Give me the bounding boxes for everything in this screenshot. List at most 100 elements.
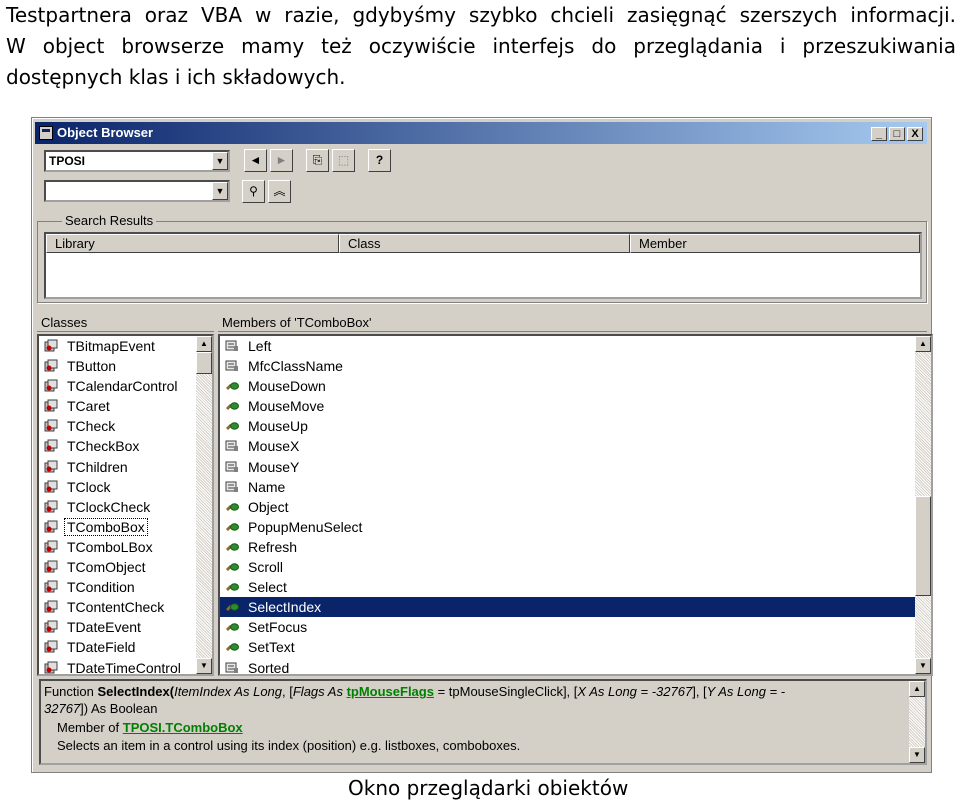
class-item[interactable]: TChildren <box>39 457 212 477</box>
class-icon <box>44 661 58 673</box>
member-item[interactable]: Refresh <box>220 537 931 557</box>
class-item-label: TComObject <box>67 559 146 576</box>
class-item[interactable]: TButton <box>39 356 212 376</box>
method-icon <box>226 623 239 632</box>
class-item[interactable]: TClock <box>39 477 212 497</box>
members-list[interactable]: Left MfcClassName MouseDown MouseMove MouseU… <box>218 334 933 676</box>
class-item-label: TClock <box>67 478 111 495</box>
member-item[interactable]: SetFocus <box>220 617 931 637</box>
param-flags-default: = tpMouseSingleClick], [ <box>433 684 578 699</box>
class-item[interactable]: TClockCheck <box>39 497 212 517</box>
member-item[interactable]: MouseDown <box>220 376 931 396</box>
class-link[interactable]: TComboBox <box>165 720 242 735</box>
scroll-down-button[interactable]: ▼ <box>196 658 212 674</box>
class-item[interactable]: TCheck <box>39 416 212 436</box>
class-icon <box>44 339 58 352</box>
member-item[interactable]: Select <box>220 577 931 597</box>
type-link-tpmouseflags[interactable]: tpMouseFlags <box>347 684 434 699</box>
class-item[interactable]: TContentCheck <box>39 597 212 617</box>
scroll-up-button[interactable]: ▲ <box>915 336 931 352</box>
column-header-library[interactable]: Library <box>46 234 339 253</box>
class-item-label: TComboLBox <box>67 538 153 555</box>
class-icon <box>44 500 58 513</box>
title-bar[interactable]: Object Browser _ □ X <box>35 122 927 144</box>
classes-scrollbar[interactable]: ▲ ▼ <box>196 336 212 674</box>
member-item[interactable]: Scroll <box>220 557 931 577</box>
members-label: Members of 'TComboBox' <box>218 314 927 332</box>
help-button[interactable]: ? <box>368 149 391 172</box>
chevron-down-icon[interactable]: ▼ <box>212 152 228 170</box>
scroll-thumb[interactable] <box>196 352 212 374</box>
scroll-down-button[interactable]: ▼ <box>915 658 931 674</box>
column-header-class[interactable]: Class <box>339 234 630 253</box>
scroll-up-button[interactable]: ▲ <box>196 336 212 352</box>
copy-to-clipboard-button[interactable]: ⎘ <box>306 149 329 172</box>
member-item[interactable]: Name <box>220 477 931 497</box>
class-icon <box>44 379 58 392</box>
classes-list[interactable]: TBitmapEvent TButton TCalendarControl TCare… <box>37 334 214 676</box>
show-hide-results-button[interactable]: ︽ <box>268 180 291 203</box>
maximize-button[interactable]: □ <box>889 127 905 141</box>
param-y-default: 32767 <box>44 701 81 716</box>
class-icon <box>44 520 58 533</box>
view-definition-button[interactable]: ⬚ <box>332 149 355 172</box>
search-results-list[interactable]: Library Class Member <box>44 232 922 299</box>
figure-caption: Okno przeglądarki obiektów <box>348 776 629 800</box>
class-item[interactable]: TBitmapEvent <box>39 336 212 356</box>
member-item-label: MfcClassName <box>248 358 343 375</box>
signature-line-2: 32767]) As Boolean <box>44 701 157 716</box>
member-item-label: Scroll <box>248 559 284 576</box>
class-item[interactable]: TCheckBox <box>39 436 212 456</box>
member-item-label: MouseMove <box>248 398 325 415</box>
window-title: Object Browser <box>57 125 154 140</box>
search-text-combo[interactable]: ▼ <box>44 180 230 202</box>
member-item[interactable]: MouseX <box>220 436 931 456</box>
member-item[interactable]: MouseMove <box>220 396 931 416</box>
minimize-button[interactable]: _ <box>871 127 887 141</box>
class-item[interactable]: TComboBox <box>39 517 212 537</box>
member-item-label: MouseDown <box>248 378 326 395</box>
class-icon <box>44 540 58 553</box>
scroll-thumb[interactable] <box>915 496 931 596</box>
member-item[interactable]: SetText <box>220 637 931 657</box>
member-item-label: SelectIndex <box>248 599 322 616</box>
class-icon <box>44 640 58 653</box>
class-item[interactable]: TDateEvent <box>39 617 212 637</box>
member-item[interactable]: Sorted <box>220 658 931 674</box>
class-item[interactable]: TDateTimeControl <box>39 658 212 674</box>
library-combo[interactable]: TPOSI ▼ <box>44 150 230 172</box>
class-icon <box>44 480 58 493</box>
method-icon <box>226 503 239 511</box>
class-item[interactable]: TComboLBox <box>39 537 212 557</box>
scroll-down-button[interactable]: ▼ <box>909 747 925 763</box>
member-item[interactable]: MouseUp <box>220 416 931 436</box>
library-link[interactable]: TPOSI <box>123 720 162 735</box>
forward-button[interactable]: ► <box>270 149 293 172</box>
column-header-member[interactable]: Member <box>630 234 920 253</box>
class-item-label: TChildren <box>67 458 128 475</box>
search-button[interactable]: ⚲ <box>242 180 265 203</box>
class-item-label: TClockCheck <box>67 498 151 515</box>
details-scrollbar[interactable]: ▲ ▼ <box>909 681 925 763</box>
member-item-label: Object <box>248 498 289 515</box>
window-app-icon <box>39 126 53 140</box>
member-item[interactable]: PopupMenuSelect <box>220 517 931 537</box>
member-item[interactable]: MfcClassName <box>220 356 931 376</box>
class-item[interactable]: TComObject <box>39 557 212 577</box>
class-item[interactable]: TCalendarControl <box>39 376 212 396</box>
scroll-up-button[interactable]: ▲ <box>909 681 925 697</box>
signature-line-1: Function SelectIndex(ItemIndex As Long, … <box>44 684 785 699</box>
member-item[interactable]: Left <box>220 336 931 356</box>
class-item[interactable]: TCaret <box>39 396 212 416</box>
class-item[interactable]: TDateField <box>39 637 212 657</box>
members-scrollbar[interactable]: ▲ ▼ <box>915 336 931 674</box>
member-item[interactable]: MouseY <box>220 457 931 477</box>
back-button[interactable]: ◄ <box>244 149 267 172</box>
method-icon <box>226 543 239 551</box>
intro-line-3: dostępnych klas i ich składowych. <box>6 65 346 89</box>
close-button[interactable]: X <box>907 127 923 141</box>
class-item[interactable]: TCondition <box>39 577 212 597</box>
member-item[interactable]: Object <box>220 497 931 517</box>
chevron-down-icon[interactable]: ▼ <box>212 182 228 200</box>
member-item[interactable]: SelectIndex <box>220 597 931 618</box>
